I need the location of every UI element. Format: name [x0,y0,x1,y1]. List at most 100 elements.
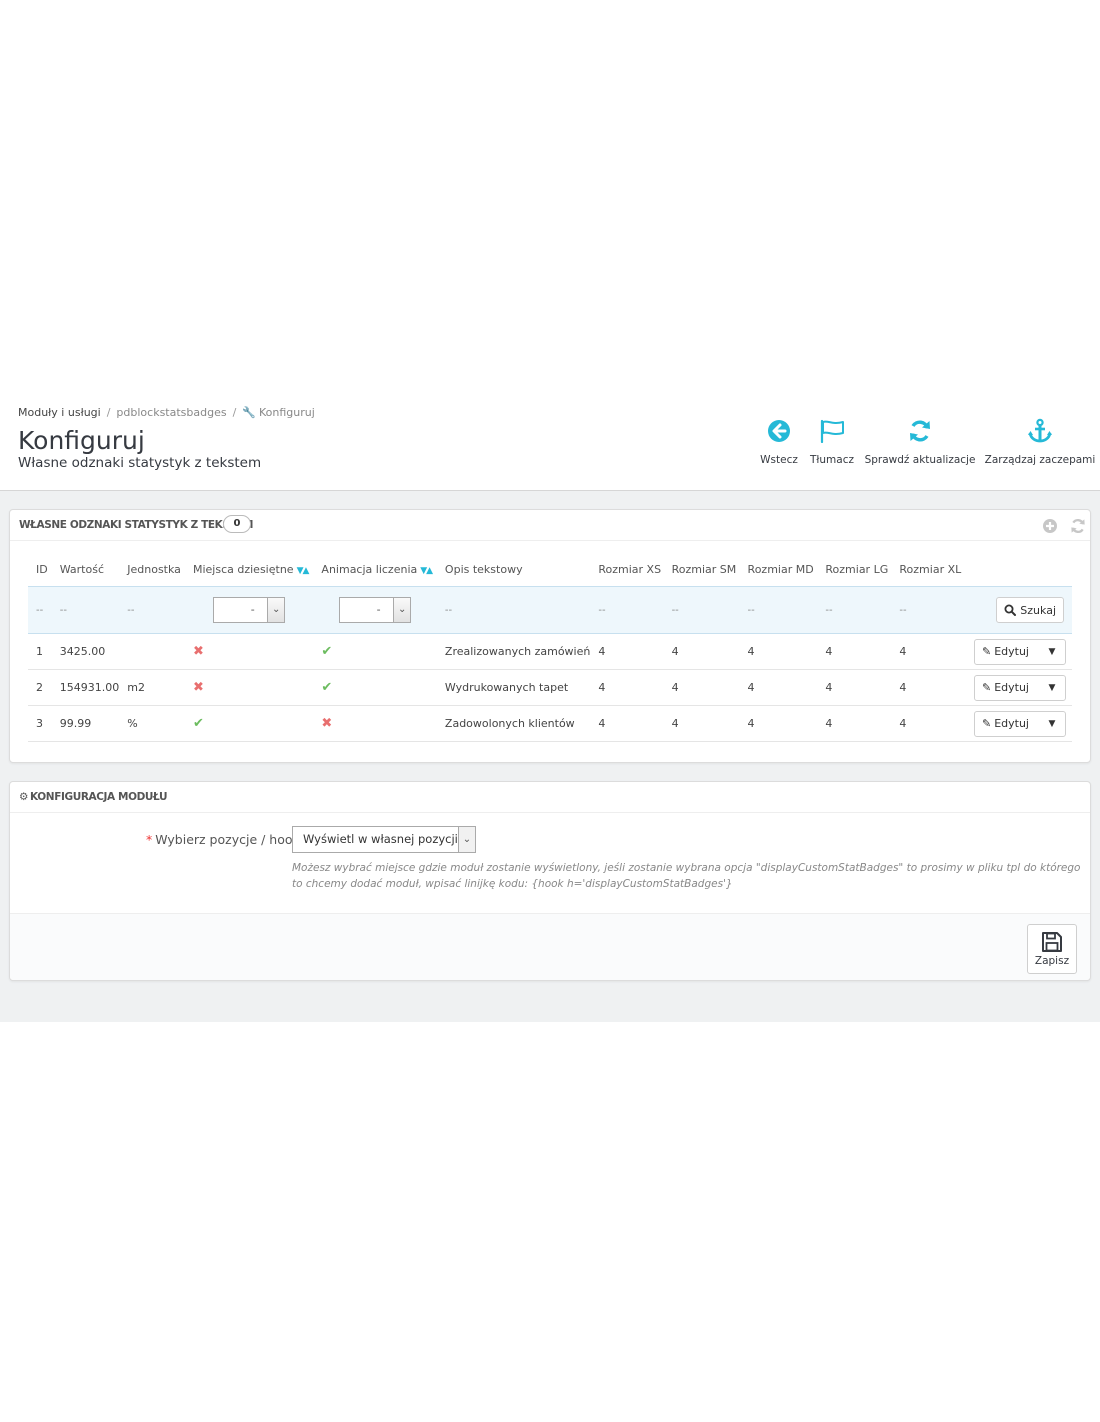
cell-size-lg: 4 [817,705,892,742]
manage-hooks-button[interactable]: Zarządzaj zaczepami [984,418,1096,470]
admin-frame: Moduły i usługi / pdblockstatsbadges / 🔧 Konf… [0,392,1100,1022]
count-badge: 0 [223,515,251,533]
cell-size-sm: 4 [663,633,740,670]
cell-text: Zrealizowanych zamówień [436,633,591,670]
cell-size-md: 4 [739,705,818,742]
panel-title: WŁASNE ODZNAKI STATYSTYK Z TEKSTEM [19,519,254,531]
breadcrumb: Moduły i usługi / pdblockstatsbadges / 🔧 Konf… [18,406,315,419]
arrow-left-circle-icon [768,420,790,442]
wrench-icon: 🔧 [242,406,257,419]
caret-down-icon[interactable]: ▼ [1039,640,1065,664]
cell-size-xs: 4 [590,705,664,742]
check-updates-label: Sprawdź aktualizacje [864,454,976,466]
edit-button-group: ✎ Edytuj ▼ [973,674,1066,701]
breadcrumb-current: 🔧 Konfiguruj [242,406,315,419]
filter-size-sm[interactable]: -- [663,586,740,634]
search-icon [1004,604,1017,616]
cell-text: Wydrukowanych tapet [436,669,591,706]
panel-heading: WŁASNE ODZNAKI STATYSTYK Z TEKSTEM 0 [10,510,1090,541]
col-decimals: Miejsca dziesiętne ▼▲ [192,562,310,576]
edit-button[interactable]: ✎ Edytuj [975,640,1035,664]
sort-icon[interactable]: ▼▲ [297,566,310,576]
save-button[interactable]: Zapisz [1027,924,1077,974]
chevron-down-icon: ⌄ [458,827,475,852]
breadcrumb-separator: / [232,406,237,419]
enabled-check-icon[interactable]: ✔ [321,644,332,659]
col-size-md: Rozmiar MD [747,562,814,576]
filter-text[interactable]: -- [436,586,591,634]
filter-unit[interactable]: -- [119,586,185,634]
col-size-lg: Rozmiar LG [825,562,889,576]
filter-decimals-select[interactable]: - ⌄ [213,597,286,623]
edit-button[interactable]: ✎ Edytuj [975,712,1035,736]
cell-unit [119,633,185,670]
cell-value: 154931.00 [51,669,120,706]
refresh-list-icon[interactable] [1070,518,1086,534]
filter-size-lg[interactable]: -- [817,586,892,634]
filter-id[interactable]: -- [28,586,52,634]
table-row[interactable]: 2 154931.00 m2 ✖ ✔ Wydrukowanych tapet 4… [28,669,1072,706]
disabled-x-icon[interactable]: ✖ [193,644,204,659]
panel-title: ⚙ KONFIGURACJA MODUŁU [19,791,168,803]
translate-button[interactable]: Tłumacz [808,418,856,470]
filter-size-xs[interactable]: -- [590,586,664,634]
edit-button-group: ✎ Edytuj ▼ [973,638,1066,665]
table-row[interactable]: 1 3425.00 ✖ ✔ Zrealizowanych zamówień 4 … [28,633,1072,670]
flag-icon [820,419,844,443]
caret-down-icon[interactable]: ▼ [1039,712,1065,736]
edit-button[interactable]: ✎ Edytuj [975,676,1035,700]
enabled-check-icon[interactable]: ✔ [321,680,332,695]
cogs-icon: ⚙ [19,791,29,803]
cell-id: 1 [28,633,52,670]
disabled-x-icon[interactable]: ✖ [193,680,204,695]
col-size-xs: Rozmiar XS [598,562,662,576]
manage-hooks-label: Zarządzaj zaczepami [984,454,1096,466]
cell-value: 3425.00 [51,633,120,670]
cell-text: Zadowolonych klientów [436,705,591,742]
cell-size-xs: 4 [590,669,664,706]
filter-animation-select[interactable]: - ⌄ [339,597,412,623]
floppy-disk-icon [1042,932,1062,952]
disabled-x-icon[interactable]: ✖ [321,716,332,731]
cell-unit: m2 [119,669,185,706]
add-new-icon[interactable] [1042,518,1058,534]
col-size-sm: Rozmiar SM [671,562,737,576]
hook-select[interactable]: Wyświetl w własnej pozycji (d ⌄ [292,826,476,853]
translate-label: Tłumacz [810,454,854,466]
pencil-icon: ✎ [981,645,992,658]
cell-value: 99.99 [51,705,120,742]
col-size-xl: Rozmiar XL [899,562,962,576]
cell-size-lg: 4 [817,633,892,670]
breadcrumb-modules-link[interactable]: Moduły i usługi [18,406,101,419]
filter-value[interactable]: -- [51,586,120,634]
search-button[interactable]: Szukaj [996,597,1064,623]
panel-heading: ⚙ KONFIGURACJA MODUŁU [10,782,1090,813]
cell-size-md: 4 [739,633,818,670]
col-unit: Jednostka [127,562,181,576]
check-updates-button[interactable]: Sprawdź aktualizacje [864,418,976,470]
breadcrumb-separator: / [106,406,111,419]
cell-size-xl: 4 [891,705,966,742]
hook-label: * Wybierz pozycje / hook [146,832,300,847]
table-row[interactable]: 3 99.99 % ✔ ✖ Zadowolonych klientów 4 4 … [28,705,1072,742]
required-mark: * [146,832,153,847]
refresh-icon [910,420,930,442]
caret-down-icon[interactable]: ▼ [1039,676,1065,700]
back-button[interactable]: Wstecz [758,418,800,470]
filter-row: -- -- -- - ⌄ - ⌄ -- -- -- -- -- -- Szuka… [28,586,1072,634]
panel-footer: Zapisz [10,913,1090,980]
cell-id: 2 [28,669,52,706]
col-value: Wartość [59,562,105,576]
cell-size-xl: 4 [891,669,966,706]
filter-size-md[interactable]: -- [739,586,818,634]
col-id: ID [36,562,48,576]
breadcrumb-module-link[interactable]: pdblockstatsbadges [116,406,226,419]
enabled-check-icon[interactable]: ✔ [193,716,204,731]
badges-table: ID Wartość Jednostka Miejsca dziesiętne ▼… [28,552,1072,742]
cell-size-md: 4 [739,669,818,706]
cell-unit: % [119,705,185,742]
sort-icon[interactable]: ▼▲ [420,566,433,576]
filter-size-xl[interactable]: -- [891,586,966,634]
pencil-icon: ✎ [981,681,992,694]
page-subtitle: Własne odznaki statystyk z tekstem [18,455,262,471]
